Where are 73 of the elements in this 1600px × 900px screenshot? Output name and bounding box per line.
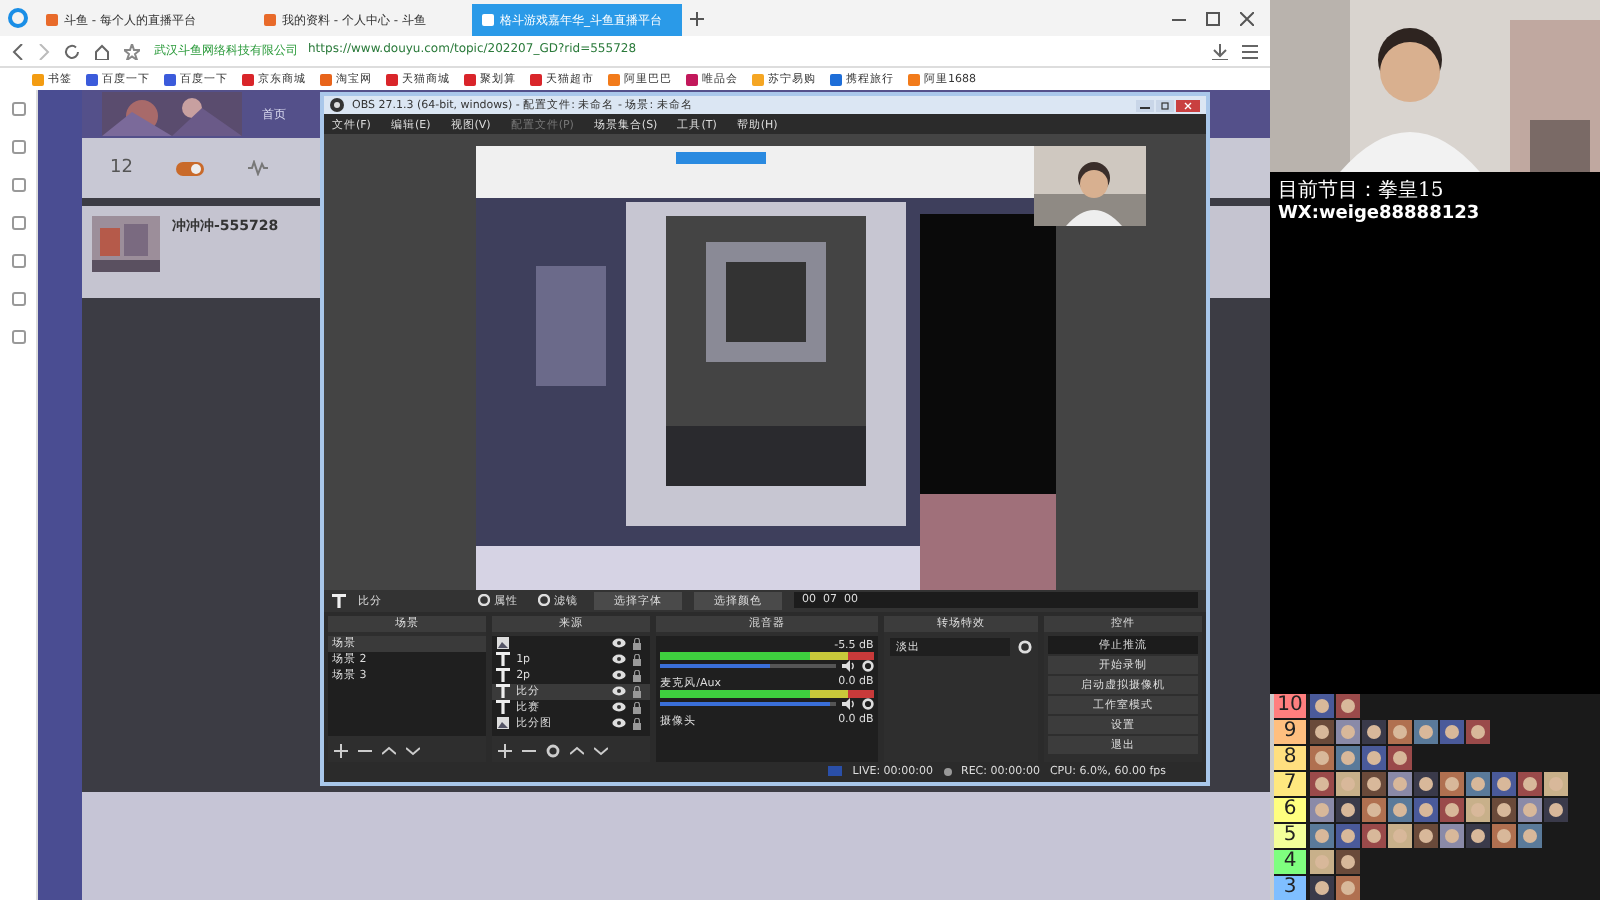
bookmark-icon xyxy=(830,73,842,85)
image-source-icon xyxy=(496,716,511,731)
maximize-icon[interactable] xyxy=(1206,11,1220,25)
gear-icon xyxy=(478,594,490,607)
eye-icon[interactable] xyxy=(612,702,627,713)
image-source-icon xyxy=(496,636,511,651)
eye-icon[interactable] xyxy=(612,654,627,665)
live-indicator-icon xyxy=(828,766,843,777)
minimize-icon[interactable] xyxy=(1136,99,1154,112)
menu-icon[interactable] xyxy=(1242,43,1258,59)
tier-label: 7 xyxy=(1274,772,1306,796)
gear-icon[interactable] xyxy=(1017,639,1032,654)
bookmark-icon xyxy=(608,73,620,85)
bookmark-icon xyxy=(530,73,542,85)
gear-icon[interactable] xyxy=(861,659,874,672)
close-icon[interactable] xyxy=(1176,99,1200,112)
toggle-icon xyxy=(176,161,205,175)
back-icon[interactable] xyxy=(12,43,24,59)
speaker-icon[interactable] xyxy=(841,697,856,710)
waveform-icon xyxy=(248,160,269,176)
stream-caption: 目前节目：拳皇15 xyxy=(1276,177,1446,204)
bookmark-icon xyxy=(164,73,176,85)
page-icon xyxy=(264,14,276,26)
eye-icon[interactable] xyxy=(612,686,627,697)
close-icon[interactable] xyxy=(1240,11,1254,25)
move-up-icon[interactable] xyxy=(382,743,396,758)
gear-icon[interactable] xyxy=(546,743,561,758)
bookmark-icon xyxy=(32,73,44,85)
tier-label: 3 xyxy=(1274,876,1306,900)
eye-icon[interactable] xyxy=(612,718,627,729)
maximize-icon[interactable] xyxy=(1156,99,1174,112)
bookmark-icon xyxy=(908,73,920,85)
eye-icon[interactable] xyxy=(612,670,627,681)
tier-label: 9 xyxy=(1274,720,1306,744)
volume-slider[interactable] xyxy=(660,663,769,668)
eye-icon[interactable] xyxy=(612,638,627,649)
move-down-icon[interactable] xyxy=(406,743,420,758)
move-down-icon[interactable] xyxy=(594,743,609,758)
download-icon[interactable] xyxy=(1212,43,1228,59)
speaker-icon[interactable] xyxy=(841,659,856,672)
browser-logo-icon xyxy=(8,8,28,28)
lock-icon[interactable] xyxy=(632,685,643,698)
page-icon xyxy=(482,14,494,26)
tier-label: 5 xyxy=(1274,824,1306,848)
star-icon[interactable] xyxy=(124,43,140,59)
tier-label: 6 xyxy=(1274,798,1306,822)
add-icon[interactable] xyxy=(334,743,348,758)
bookmark-icon xyxy=(86,73,98,85)
bookmark-icon xyxy=(686,73,698,85)
move-up-icon[interactable] xyxy=(570,743,585,758)
lock-icon[interactable] xyxy=(632,717,643,730)
tier-label: 10 xyxy=(1274,694,1306,718)
tier-label: 4 xyxy=(1274,850,1306,874)
record-icon xyxy=(943,767,951,776)
bookmark-icon xyxy=(464,73,476,85)
add-icon[interactable] xyxy=(498,743,513,758)
lock-icon[interactable] xyxy=(632,701,643,714)
volume-slider[interactable] xyxy=(660,701,831,706)
gear-icon[interactable] xyxy=(861,697,874,710)
lock-icon[interactable] xyxy=(632,669,643,682)
bookmark-icon xyxy=(386,73,398,85)
page-icon xyxy=(46,14,58,26)
home-icon[interactable] xyxy=(94,43,110,59)
contact-text: WX:weige88888123 xyxy=(1276,204,1482,224)
reload-icon[interactable] xyxy=(64,43,80,59)
bookmark-icon xyxy=(752,73,764,85)
lock-icon[interactable] xyxy=(632,653,643,666)
bookmark-icon xyxy=(320,73,332,85)
lock-icon[interactable] xyxy=(632,637,643,650)
new-tab-icon[interactable] xyxy=(690,11,704,25)
bookmark-icon xyxy=(242,73,254,85)
text-source-icon xyxy=(332,593,346,608)
tier-label: 8 xyxy=(1274,746,1306,770)
